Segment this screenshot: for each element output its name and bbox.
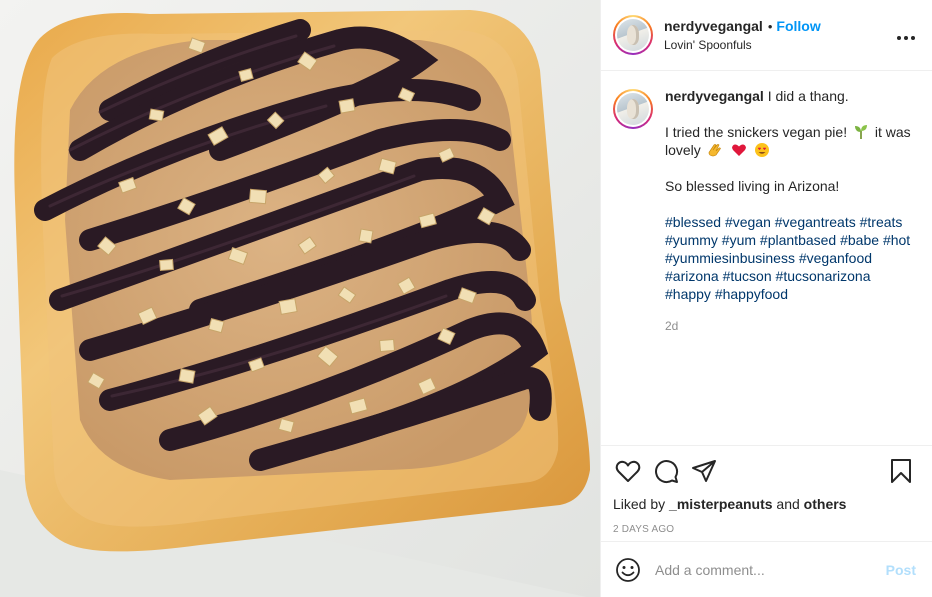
post-timestamp[interactable]: 2 DAYS AGO [613,524,916,535]
sprout-emoji [855,125,867,139]
hashtag[interactable]: #happy [665,286,711,302]
hashtag[interactable]: #treats [860,214,903,230]
hashtag[interactable]: #tucsonarizona [776,268,871,284]
emoji-picker-icon[interactable] [615,557,641,583]
more-options-icon[interactable] [894,30,918,41]
caption-avatar[interactable] [613,89,653,129]
author-info: nerdyvegangal • Follow Lovin' Spoonfuls [664,18,894,52]
caption-first-line: I did a thang. [767,88,849,104]
caption-paragraph-2-start: I tried the snickers vegan pie! [665,124,848,140]
hashtag[interactable]: #yummiesinbusiness [665,250,795,266]
hashtag[interactable]: #blessed [665,214,721,230]
hashtag-list: #blessed #vegan #vegantreats #treats #yu… [665,213,911,303]
post-photo[interactable] [0,0,600,597]
likes-others-link[interactable]: others [804,496,847,512]
post-actions-section: Liked by _misterpeanuts and others 2 DAY… [601,445,932,541]
vegan-pie-image [0,0,600,597]
comment-icon[interactable] [651,458,681,484]
hashtag[interactable]: #yummy [665,232,718,248]
likes-prefix: Liked by [613,496,666,512]
clapping-hands-emoji [708,144,721,157]
separator-dot: • [767,18,773,34]
comment-bar: Post [601,541,932,597]
caption-text: nerdyvegangal I did a thang. I tried the… [665,87,911,335]
red-heart-emoji [731,144,746,156]
hashtag[interactable]: #hot [883,232,910,248]
action-bar [613,446,916,496]
post-location[interactable]: Lovin' Spoonfuls [664,38,894,52]
post-comment-button[interactable]: Post [886,562,916,578]
share-icon[interactable] [689,458,719,484]
caption-paragraph-2: I tried the snickers vegan pie! it was l… [665,123,911,159]
liked-by-user[interactable]: _misterpeanuts [669,496,772,512]
hashtag[interactable]: #veganfood [799,250,872,266]
hashtag[interactable]: #yum [722,232,756,248]
author-username[interactable]: nerdyvegangal [664,18,763,34]
caption-username[interactable]: nerdyvegangal [665,88,764,104]
heart-icon[interactable] [613,458,643,484]
post-header: nerdyvegangal • Follow Lovin' Spoonfuls [601,0,932,71]
post-side-panel: nerdyvegangal • Follow Lovin' Spoonfuls … [600,0,932,597]
hashtag[interactable]: #babe [840,232,879,248]
smiling-face-with-heart-eyes-emoji [755,143,770,157]
caption-paragraph-3: So blessed living in Arizona! [665,178,840,194]
hashtag[interactable]: #tucson [723,268,772,284]
bookmark-icon[interactable] [886,458,916,484]
caption-area: nerdyvegangal I did a thang. I tried the… [601,71,932,445]
author-avatar[interactable] [613,15,653,55]
caption-age: 2d [665,319,679,333]
hashtag[interactable]: #vegantreats [775,214,856,230]
instagram-post: nerdyvegangal • Follow Lovin' Spoonfuls … [0,0,932,597]
comment-input[interactable] [655,561,886,578]
hashtag[interactable]: #arizona [665,268,719,284]
follow-button[interactable]: Follow [776,18,820,34]
likes-conjunction: and [776,496,800,512]
hashtag[interactable]: #happyfood [715,286,788,302]
likes-summary: Liked by _misterpeanuts and others [613,496,916,512]
hashtag[interactable]: #vegan [725,214,771,230]
hashtag[interactable]: #plantbased [760,232,836,248]
